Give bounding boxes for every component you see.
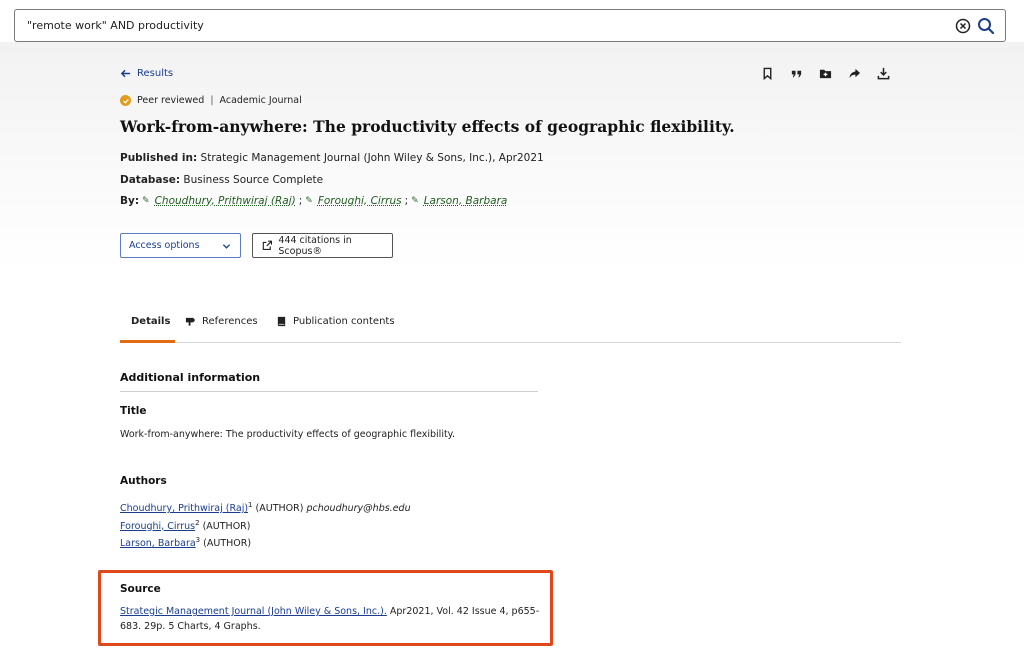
affiliation-number: 3 [195,536,201,544]
source-field-value: Strategic Management Journal (John Wiley… [120,604,540,634]
quote-icon[interactable] [789,66,803,80]
book-icon [277,316,286,327]
pencil-icon: ✎ [305,196,313,206]
author-role: (AUTHOR) [255,503,304,515]
source-journal-link[interactable]: Strategic Management Journal (John Wiley… [120,606,387,617]
author-link-2[interactable]: Foroughi, Cirrus [120,521,195,532]
database-row: Database: Business Source Complete [120,174,323,186]
bookmark-icon[interactable] [760,66,774,80]
search-input[interactable]: "remote work" AND productivity [14,9,1006,42]
published-in-row: Published in: Strategic Management Journ… [120,152,544,164]
byline-author-1[interactable]: Choudhury, Prithwiraj (Raj) [155,195,296,207]
additional-information-heading: Additional information [120,371,261,384]
tab-references-label: References [202,316,258,327]
type-separator: | [210,95,214,106]
pencil-icon: ✎ [142,196,150,206]
document-type-label: Academic Journal [219,95,302,106]
record-toolbar [760,66,890,80]
tab-references[interactable]: References [185,316,258,327]
tab-details[interactable]: Details [131,316,170,327]
tab-publication-contents-label: Publication contents [293,316,395,327]
author-link-3[interactable]: Larson, Barbara [120,538,196,549]
published-value: Strategic Management Journal (John Wiley… [200,152,544,164]
tab-publication-contents[interactable]: Publication contents [276,316,395,327]
peer-reviewed-check-icon [120,95,131,106]
page-title: Work-from-anywhere: The productivity eff… [120,117,735,136]
source-field-label: Source [120,583,161,595]
access-options-label: Access options [129,240,200,251]
chevron-down-icon [222,244,231,249]
document-type-row: Peer reviewed | Academic Journal [120,95,302,106]
author-role: (AUTHOR) [202,520,251,532]
back-label: Results [137,68,174,79]
tab-details-label: Details [131,316,171,327]
author-separator: ; [298,195,303,207]
references-icon [185,317,196,326]
title-field-label: Title [120,405,147,417]
search-query[interactable]: "remote work" AND productivity [27,19,204,32]
database-value: Business Source Complete [183,174,324,186]
author-link-1[interactable]: Choudhury, Prithwiraj (Raj) [120,503,248,514]
arrow-left-icon [120,69,131,78]
add-folder-icon[interactable] [818,66,832,80]
list-item: Choudhury, Prithwiraj (Raj)1 (AUTHOR) pc… [120,498,411,516]
search-icon[interactable] [977,17,995,35]
author-email: pchoudhury@hbs.edu [306,503,411,515]
access-options-dropdown[interactable]: Access options [120,233,241,258]
citations-label: 444 citations in Scopus® [278,234,352,257]
share-icon[interactable] [847,66,861,80]
download-icon[interactable] [876,66,890,80]
record-tabs: Details References Publication contents [120,310,901,343]
list-item: Foroughi, Cirrus2 (AUTHOR) [120,516,411,534]
section-divider [120,391,538,392]
affiliation-number: 2 [195,518,200,527]
byline-author-3[interactable]: Larson, Barbara [424,195,508,207]
published-label: Published in: [120,152,198,164]
affiliation-number: 1 [248,501,253,509]
active-tab-indicator [120,340,175,343]
author-role: (AUTHOR) [203,538,252,550]
pencil-icon: ✎ [411,196,419,206]
authors-list: Choudhury, Prithwiraj (Raj)1 (AUTHOR) pc… [120,498,411,551]
back-to-results-link[interactable]: Results [120,68,173,79]
database-label: Database: [120,174,181,186]
scopus-citations-button[interactable]: 444 citations in Scopus® [252,233,393,258]
authors-field-label: Authors [120,475,167,487]
title-field-value: Work-from-anywhere: The productivity eff… [120,429,455,440]
list-item: Larson, Barbara3 (AUTHOR) [120,533,411,551]
byline-author-2[interactable]: Foroughi, Cirrus [318,195,402,207]
author-separator: ; [404,195,409,207]
byline-row: By: ✎ Choudhury, Prithwiraj (Raj); ✎ For… [120,195,507,207]
peer-reviewed-label: Peer reviewed [137,95,205,106]
clear-search-icon[interactable] [955,18,971,34]
external-link-icon [262,240,273,250]
by-label: By: [120,195,140,207]
